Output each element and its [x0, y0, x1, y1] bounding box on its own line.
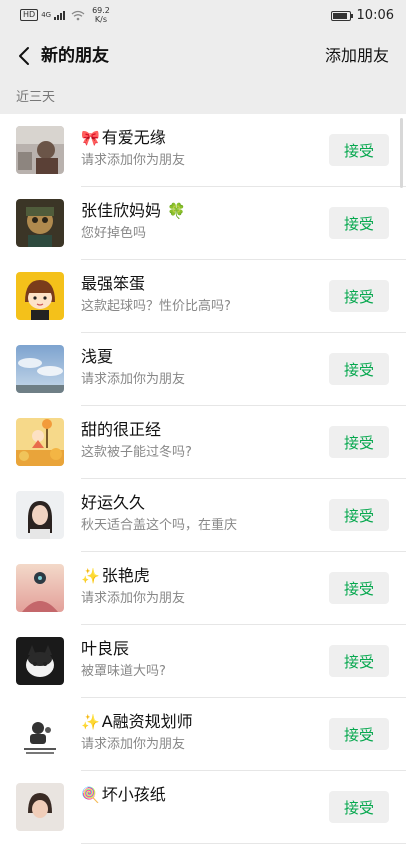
- accept-button[interactable]: 接受: [329, 426, 389, 458]
- accept-button[interactable]: 接受: [329, 134, 389, 166]
- contact-name: 浅夏: [81, 346, 113, 368]
- avatar[interactable]: [16, 345, 64, 393]
- battery-fill: [332, 12, 347, 19]
- list-item[interactable]: 甜的很正经这款被子能过冬吗? 接受: [0, 406, 406, 479]
- chevron-left-icon: [19, 47, 29, 65]
- emoji-icon: 🍭: [81, 786, 100, 804]
- list-item[interactable]: 🍭 坏小孩纸 接受: [0, 771, 406, 844]
- avatar[interactable]: [16, 491, 64, 539]
- status-right: 10:06: [330, 8, 394, 23]
- emoji-icon: ✨: [81, 567, 100, 585]
- contact-name: 最强笨蛋: [81, 273, 145, 295]
- page-title: 新的朋友: [41, 46, 109, 66]
- contact-name-text: 叶良辰: [81, 639, 130, 658]
- clock: 10:06: [356, 8, 394, 23]
- accept-button[interactable]: 接受: [329, 207, 389, 239]
- accept-button[interactable]: 接受: [329, 572, 389, 604]
- wifi-icon: [71, 10, 85, 20]
- contact-name: 🍭 坏小孩纸: [81, 784, 166, 806]
- accept-button[interactable]: 接受: [329, 791, 389, 823]
- emoji-icon: ✨: [81, 713, 100, 731]
- section-header: 近三天: [0, 82, 406, 114]
- network-type: 4G: [41, 11, 52, 19]
- contact-name-text: 甜的很正经: [81, 420, 162, 439]
- contact-name: 好运久久: [81, 492, 145, 514]
- contact-name-text: 张艳虎: [101, 566, 150, 585]
- avatar[interactable]: [16, 418, 64, 466]
- status-left: HD 4G 69.2 K/s: [20, 6, 110, 24]
- clover-icon: 🍀: [167, 202, 186, 220]
- add-friend-button[interactable]: 添加朋友: [325, 44, 389, 68]
- contact-name: 张佳欣妈妈 🍀: [81, 200, 188, 222]
- battery-icon: [330, 10, 353, 21]
- list-item[interactable]: 浅夏请求添加你为朋友 接受: [0, 333, 406, 406]
- list-item[interactable]: ✨ A融资规划师请求添加你为朋友 接受: [0, 698, 406, 771]
- contact-name: ✨ A融资规划师: [81, 711, 193, 733]
- list-item[interactable]: 好运久久秋天适合盖这个吗，在重庆 接受: [0, 479, 406, 552]
- emoji-icon: 🎀: [81, 129, 100, 147]
- signal-icon: [54, 11, 66, 20]
- avatar[interactable]: [16, 272, 64, 320]
- accept-button[interactable]: 接受: [329, 353, 389, 385]
- speed-value: 69.2: [92, 6, 110, 15]
- contact-name: 🎀 有爱无缘: [81, 127, 166, 149]
- list-item[interactable]: 🎀 有爱无缘请求添加你为朋友 接受: [0, 114, 406, 187]
- contact-name-text: 张佳欣妈妈: [81, 201, 162, 220]
- request-message: 被罩味道大吗?: [81, 664, 166, 679]
- contact-name-text: 最强笨蛋: [81, 274, 146, 293]
- nav-bar: 新的朋友 添加朋友: [0, 30, 406, 82]
- request-message: 您好掉色吗: [81, 226, 147, 241]
- list-item[interactable]: 叶良辰被罩味道大吗? 接受: [0, 625, 406, 698]
- network-speed: 69.2 K/s: [92, 6, 110, 24]
- request-message: 秋天适合盖这个吗，在重庆: [81, 518, 238, 533]
- request-message: 请求添加你为朋友: [81, 737, 186, 752]
- scrollbar[interactable]: [400, 118, 403, 188]
- contact-name-text: 好运久久: [81, 493, 146, 512]
- accept-button[interactable]: 接受: [329, 499, 389, 531]
- contact-name: 甜的很正经: [81, 419, 161, 441]
- status-bar: HD 4G 69.2 K/s 10:06: [0, 0, 406, 30]
- accept-button[interactable]: 接受: [329, 718, 389, 750]
- request-message: 请求添加你为朋友: [81, 372, 186, 387]
- speed-unit: K/s: [94, 15, 108, 24]
- contact-name-text: 坏小孩纸: [101, 785, 166, 804]
- list-item[interactable]: ✨ 张艳虎请求添加你为朋友 接受: [0, 552, 406, 625]
- accept-button[interactable]: 接受: [329, 645, 389, 677]
- request-message: 这款起球吗？性价比高吗?: [81, 299, 231, 314]
- avatar[interactable]: [16, 564, 64, 612]
- back-button[interactable]: [14, 44, 34, 68]
- avatar[interactable]: [16, 199, 64, 247]
- friend-request-list: 🎀 有爱无缘 请求添加你为朋友 接受 张佳欣妈妈 🍀 您好掉色吗 接受 最强笨蛋 这款起球吗？性价…: [0, 114, 406, 844]
- contact-name-text: 浅夏: [81, 347, 114, 366]
- request-message: 请求添加你为朋友: [81, 153, 186, 168]
- request-message: 请求添加你为朋友: [81, 591, 186, 606]
- contact-name-text: A融资规划师: [101, 712, 193, 731]
- contact-name: 叶良辰: [81, 638, 129, 660]
- list-item[interactable]: 最强笨蛋这款起球吗？性价比高吗? 接受: [0, 260, 406, 333]
- avatar[interactable]: [16, 783, 64, 831]
- accept-button[interactable]: 接受: [329, 280, 389, 312]
- list-item[interactable]: 张佳欣妈妈 🍀 您好掉色吗 接受: [0, 187, 406, 260]
- contact-name: ✨ 张艳虎: [81, 565, 150, 587]
- avatar[interactable]: [16, 637, 64, 685]
- request-message: 这款被子能过冬吗?: [81, 445, 192, 460]
- avatar[interactable]: [16, 710, 64, 758]
- contact-name-text: 有爱无缘: [101, 128, 166, 147]
- avatar[interactable]: [16, 126, 64, 174]
- hd-badge: HD: [20, 9, 39, 21]
